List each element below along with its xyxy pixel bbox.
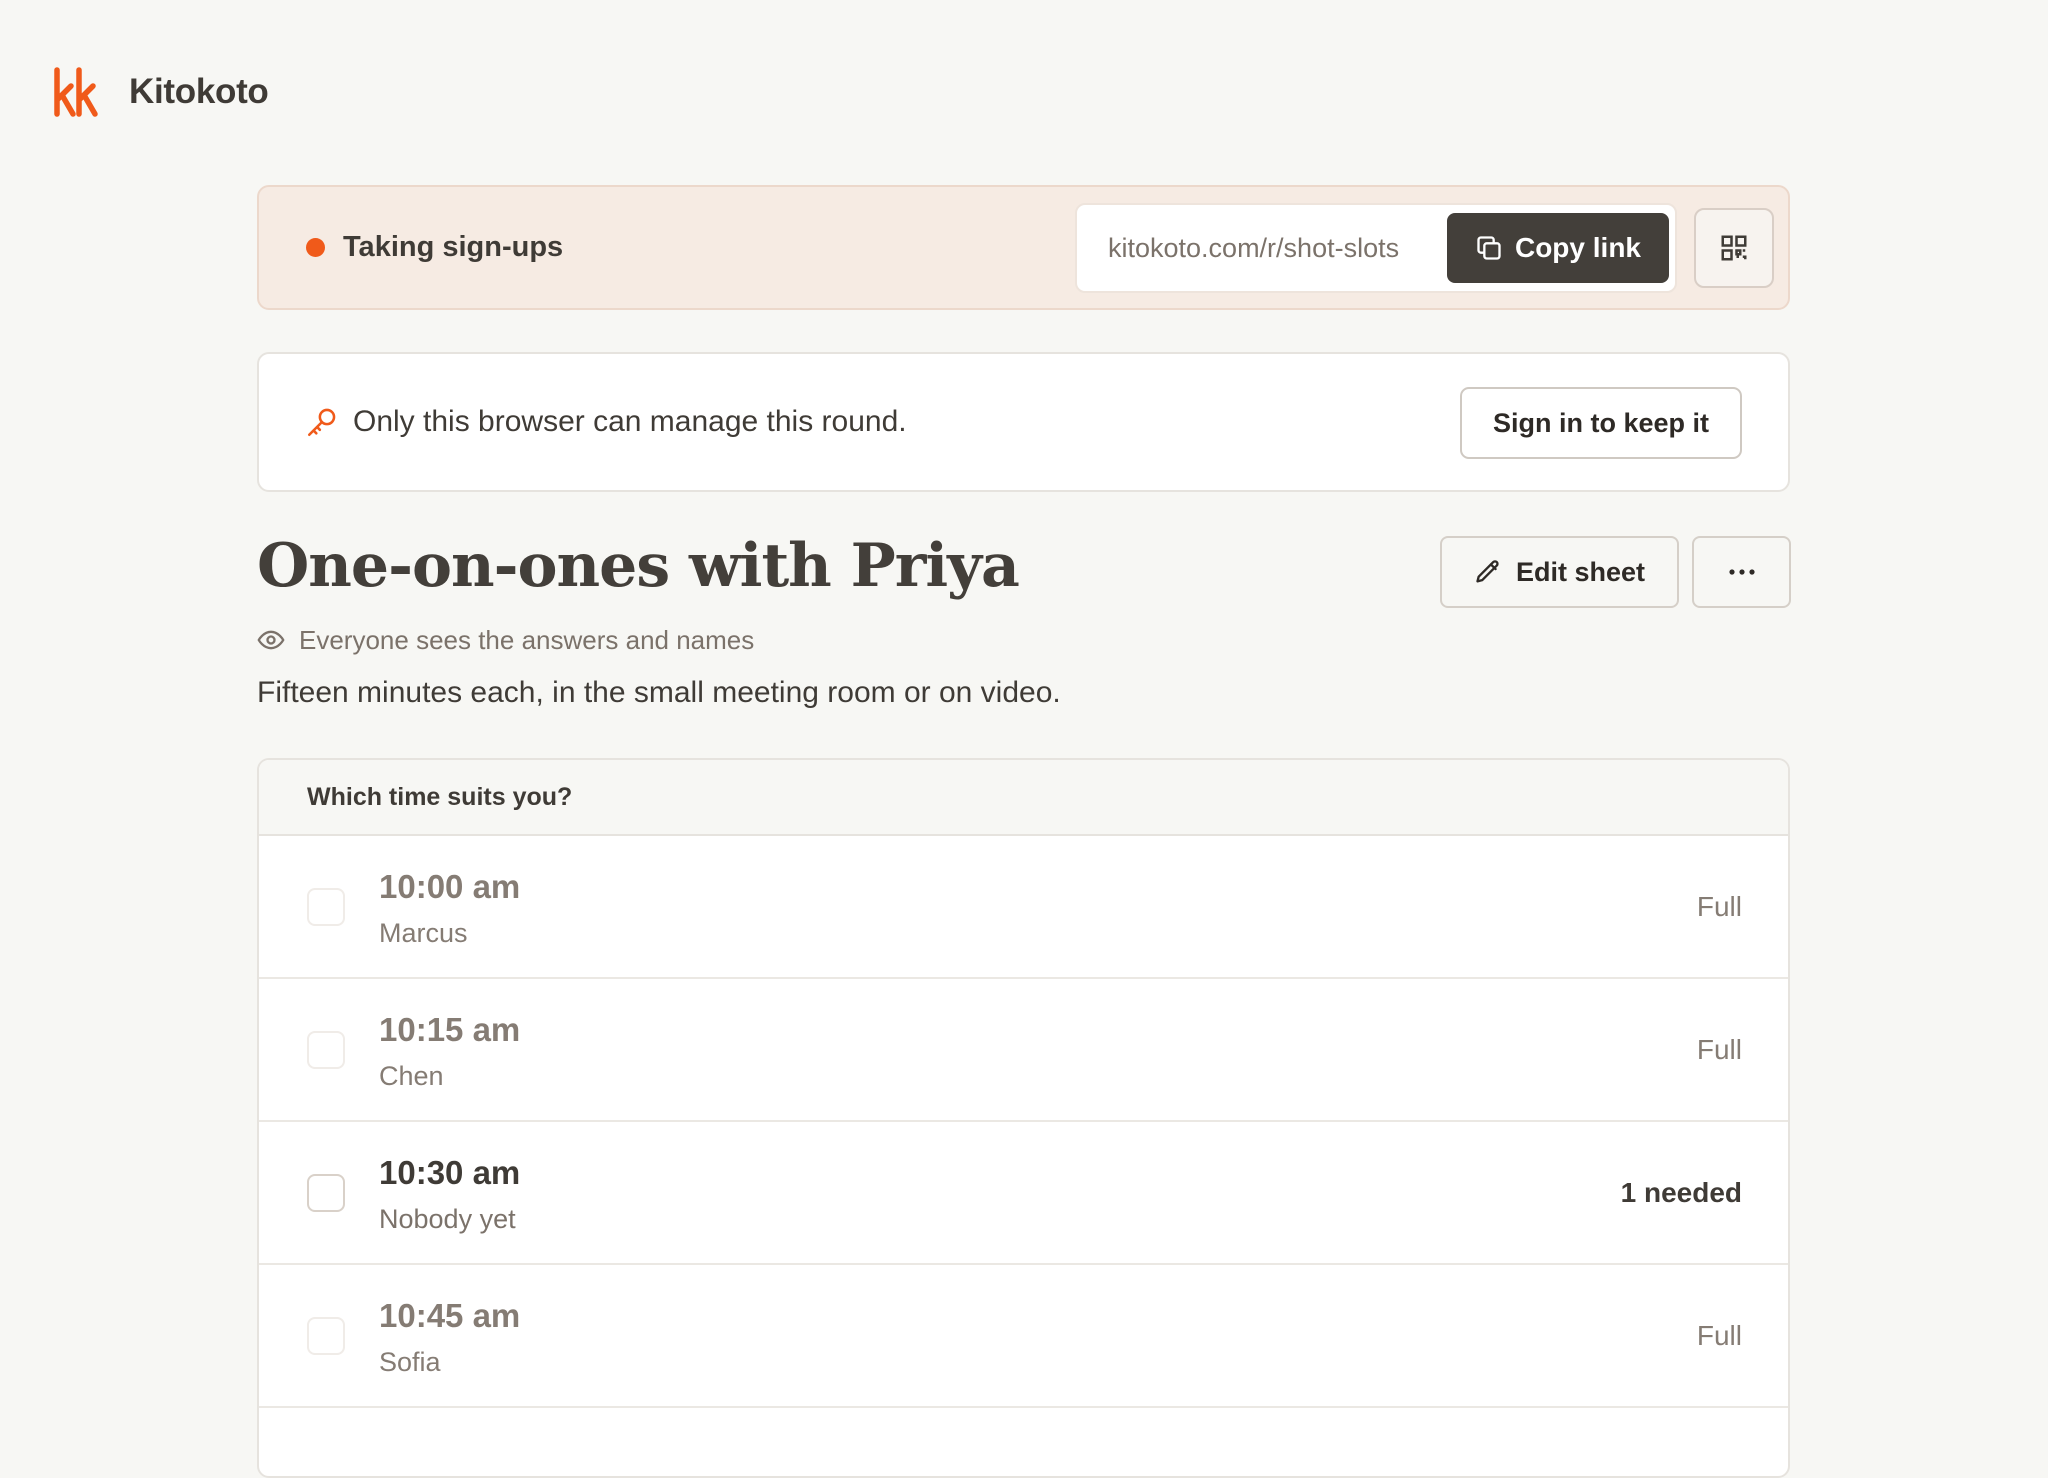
status-indicator: Taking sign-ups bbox=[306, 187, 563, 308]
key-icon bbox=[307, 408, 336, 437]
slot-status: Full bbox=[1696, 1034, 1742, 1065]
page-title: One-on-ones with Priya bbox=[257, 531, 1020, 601]
slot-time: 10:00 am bbox=[379, 868, 521, 905]
slot-person: Marcus bbox=[379, 918, 468, 948]
qr-code-icon bbox=[1721, 235, 1747, 261]
slots-question: Which time suits you? bbox=[259, 760, 1788, 836]
sign-in-button[interactable]: Sign in to keep it bbox=[1460, 387, 1742, 459]
slot-checkbox[interactable] bbox=[307, 1316, 345, 1355]
copy-icon bbox=[1477, 236, 1501, 260]
status-label: Taking sign-ups bbox=[343, 231, 564, 263]
slot-row[interactable]: 10:15 am Chen Full bbox=[259, 979, 1788, 1122]
eye-icon bbox=[257, 630, 285, 650]
visibility-text: Everyone sees the answers and names bbox=[299, 624, 755, 655]
slot-person: Nobody yet bbox=[379, 1204, 516, 1234]
slot-status: Full bbox=[1696, 1320, 1742, 1351]
notice-text: Only this browser can manage this round. bbox=[353, 405, 907, 438]
share-link-url[interactable]: kitokoto.com/r/shot-slots bbox=[1108, 205, 1399, 291]
brand-name: Kitokoto bbox=[129, 72, 269, 111]
edit-sheet-button[interactable]: Edit sheet bbox=[1440, 536, 1679, 608]
slot-checkbox[interactable] bbox=[307, 1030, 345, 1069]
slot-status: Full bbox=[1696, 891, 1742, 922]
share-link-box: kitokoto.com/r/shot-slots Copy link bbox=[1075, 203, 1677, 293]
slot-row[interactable]: 10:30 am Nobody yet 1 needed bbox=[259, 1122, 1788, 1265]
copy-link-button[interactable]: Copy link bbox=[1447, 213, 1669, 283]
slot-time: 10:45 am bbox=[379, 1297, 521, 1334]
sheet-description: Fifteen minutes each, in the small meeti… bbox=[257, 676, 1061, 709]
status-bar: Taking sign-ups kitokoto.com/r/shot-slot… bbox=[257, 185, 1790, 310]
kk-logo-icon bbox=[54, 67, 98, 117]
more-horizontal-icon bbox=[1728, 569, 1755, 575]
visibility-note: Everyone sees the answers and names bbox=[257, 622, 754, 658]
slot-person: Sofia bbox=[379, 1347, 441, 1377]
slot-person: Chen bbox=[379, 1061, 444, 1091]
slot-row-partial bbox=[259, 1408, 1788, 1476]
slot-row[interactable]: 10:00 am Marcus Full bbox=[259, 836, 1788, 979]
slot-time: 10:15 am bbox=[379, 1011, 521, 1048]
slot-checkbox[interactable] bbox=[307, 1173, 345, 1212]
slots-table: Which time suits you? 10:00 am Marcus Fu… bbox=[257, 758, 1790, 1478]
pencil-icon bbox=[1476, 560, 1499, 583]
status-dot bbox=[306, 238, 325, 257]
manage-notice: Only this browser can manage this round.… bbox=[257, 352, 1790, 492]
slot-time: 10:30 am bbox=[379, 1154, 521, 1191]
brand[interactable]: Kitokoto bbox=[53, 66, 269, 118]
edit-sheet-label: Edit sheet bbox=[1515, 556, 1646, 587]
slot-status: 1 needed bbox=[1620, 1177, 1742, 1208]
qr-code-button[interactable] bbox=[1694, 208, 1774, 288]
slot-row[interactable]: 10:45 am Sofia Full bbox=[259, 1265, 1788, 1408]
slot-checkbox[interactable] bbox=[307, 887, 345, 926]
more-options-button[interactable] bbox=[1692, 536, 1791, 608]
copy-link-label: Copy link bbox=[1514, 232, 1641, 263]
